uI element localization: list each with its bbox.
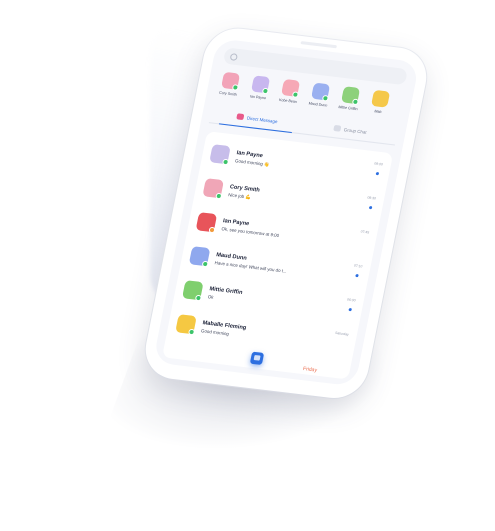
story-name: Mittie Griffin [338,104,358,112]
story-name: Kobe Bean [278,97,298,104]
story-avatar [281,78,301,98]
status-indicator [215,192,223,200]
status-indicator [222,158,230,166]
online-indicator [351,98,359,106]
story-item[interactable]: Mab [365,89,396,115]
online-indicator [321,94,329,102]
story-avatar [371,89,391,108]
story-item[interactable]: Mittie Griffin [335,86,366,112]
extra-time-label: Friday [302,365,318,374]
online-indicator [261,87,269,95]
story-avatar [311,82,331,102]
chat-icon [236,113,245,121]
message-time: 07:45 [360,229,370,235]
online-indicator [291,91,299,98]
story-item[interactable]: Kobe Bean [275,78,306,104]
story-avatar [341,86,361,106]
tab-direct-message[interactable]: Direct Message [209,104,306,133]
message-time: 07:10 [353,263,363,269]
story-name: Cory Smith [218,90,238,97]
story-item[interactable]: Maud Dunn [305,82,336,108]
group-icon [333,124,342,132]
avatar [182,280,204,302]
tab-group-chat[interactable]: Group Chat [302,115,399,144]
tab-label: Direct Message [246,115,279,124]
story-avatar [221,71,241,91]
conversation-list: Ian Payne Good morning 👋 09:00 Cory Smit… [162,131,394,380]
story-name: Ian Payne [249,94,267,101]
new-message-button[interactable] [249,351,265,366]
message-time: 09:00 [373,161,384,167]
avatar [202,178,224,200]
story-name: Maud Dunn [308,101,328,108]
status-indicator [188,328,196,336]
story-item[interactable]: Ian Payne [245,75,276,101]
message-time: 08:30 [367,195,377,201]
status-indicator [208,226,216,234]
story-name: Mab [374,109,382,115]
message-time: 06:00 [346,297,356,303]
phone-speaker [300,41,337,49]
online-indicator [231,84,239,91]
status-indicator [201,260,209,268]
avatar [209,144,231,166]
story-avatar [251,75,271,95]
avatar [188,246,211,268]
tab-label: Group Chat [343,126,368,135]
status-indicator [194,294,202,302]
story-item[interactable]: Cory Smith [215,71,246,97]
avatar [175,314,197,336]
search-icon [229,52,239,61]
avatar [195,212,218,234]
